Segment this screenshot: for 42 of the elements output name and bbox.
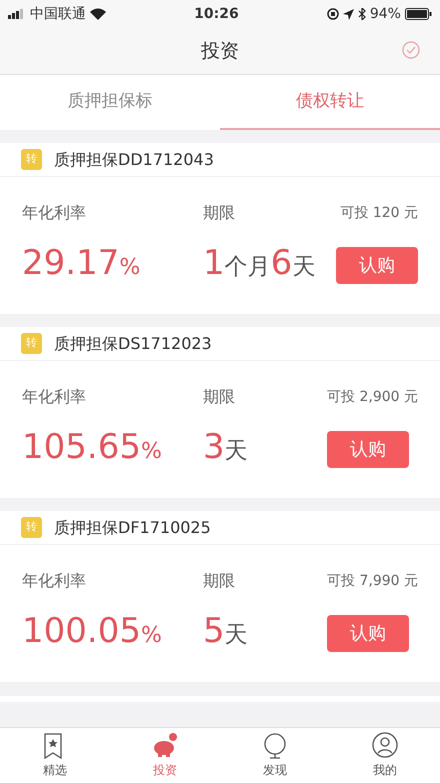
- tab-bar-label: 精选: [43, 762, 67, 779]
- interest-rate: 29.17%: [22, 243, 142, 285]
- loan-term: 1个月 6天: [203, 243, 316, 285]
- buy-button[interactable]: 认购: [327, 431, 410, 468]
- interest-rate: 100.05%: [22, 611, 163, 653]
- available-amount: 可投 120 元: [339, 204, 418, 222]
- product-name: 质押担保DS1712023: [54, 332, 212, 354]
- globe-icon: [262, 732, 288, 759]
- check-circle-icon[interactable]: [402, 41, 420, 59]
- term-label: 期限: [203, 202, 236, 224]
- user-icon: [372, 732, 398, 759]
- product-name: 质押担保DF1710025: [54, 516, 211, 538]
- tab-bar-label: 我的: [373, 762, 397, 779]
- buy-button[interactable]: 认购: [336, 247, 418, 284]
- term-label: 期限: [203, 570, 236, 592]
- transfer-badge: 转: [21, 333, 42, 354]
- battery-icon: [404, 8, 432, 20]
- carrier-name: 中国联通: [30, 4, 86, 24]
- piggy-bank-icon: [152, 732, 178, 759]
- rate-label: 年化利率: [22, 570, 87, 592]
- loan-term: 5天: [203, 611, 249, 653]
- tab-bar-label: 投资: [153, 762, 177, 779]
- available-amount: 可投 7,990 元: [327, 572, 418, 590]
- available-amount: 可投 2,900 元: [327, 388, 418, 406]
- battery-percent: 94%: [370, 4, 401, 24]
- buy-button[interactable]: 认购: [327, 615, 410, 652]
- rotation-lock-icon: [326, 8, 339, 20]
- page-title: 投资: [201, 38, 239, 64]
- tab-bar-label: 发现: [263, 762, 287, 779]
- rate-label: 年化利率: [22, 202, 87, 224]
- signal-icon: [8, 9, 26, 19]
- transfer-badge: 转: [21, 517, 42, 538]
- loan-term: 3天: [203, 427, 249, 469]
- location-icon: [342, 8, 354, 20]
- transfer-badge: 转: [21, 149, 42, 170]
- wifi-icon: [90, 8, 106, 20]
- bluetooth-icon: [358, 8, 366, 20]
- rate-label: 年化利率: [22, 386, 87, 408]
- status-time: 10:26: [194, 4, 239, 24]
- interest-rate: 105.65%: [22, 427, 163, 469]
- term-label: 期限: [203, 386, 236, 408]
- product-name: 质押担保DD1712043: [54, 148, 214, 170]
